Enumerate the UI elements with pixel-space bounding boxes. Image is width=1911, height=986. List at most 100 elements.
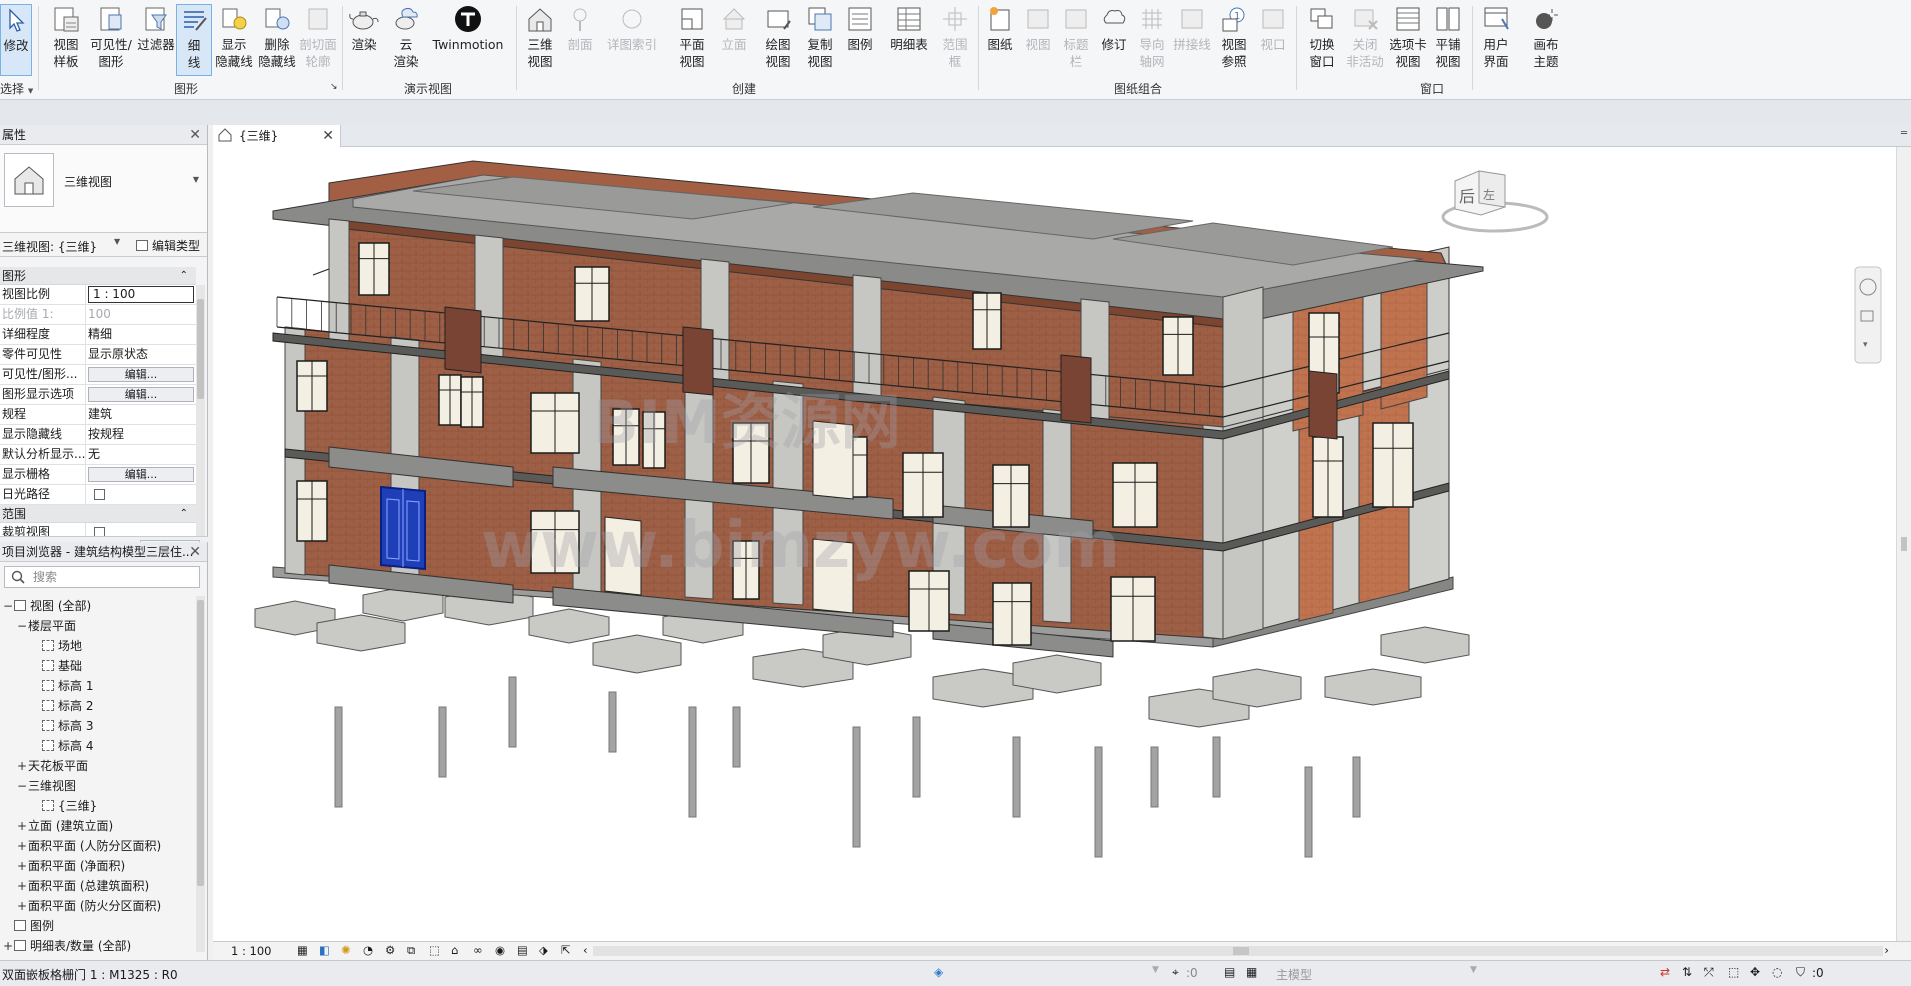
properties-scrollbar[interactable] <box>196 285 205 537</box>
view-scale[interactable]: 1 : 100 <box>231 944 271 958</box>
background-process-icon[interactable]: ◌ <box>1772 965 1782 979</box>
property-value[interactable]: 编辑... <box>86 385 196 404</box>
collapse-icon[interactable]: − <box>16 616 28 636</box>
viewcube-back[interactable]: 后 <box>1459 187 1475 206</box>
cloud-render-button[interactable]: 云 渲染 <box>384 4 428 76</box>
editable-only-icon[interactable]: ⌖ <box>1172 965 1179 980</box>
property-row[interactable]: 日光路径 <box>0 485 196 505</box>
tree-node[interactable]: {三维} <box>0 796 196 816</box>
tree-node[interactable]: +天花板平面 <box>0 756 196 776</box>
edit-button[interactable]: 编辑... <box>88 467 194 482</box>
scope-box-button[interactable]: 范围 框 <box>938 4 972 76</box>
section-extents[interactable]: 范围 ⌃ <box>0 505 196 523</box>
close-inactive-button[interactable]: 关闭 非活动 <box>1344 4 1386 76</box>
twinmotion-button[interactable]: Twinmotion <box>432 4 504 76</box>
search-input[interactable]: 搜索 <box>4 566 200 588</box>
type-selector[interactable]: 三维视图 ▼ <box>0 145 207 233</box>
property-value[interactable]: 编辑... <box>86 465 196 484</box>
scroll-left-icon[interactable]: ‹ <box>583 943 588 957</box>
shadows-icon[interactable]: ◔ <box>363 943 373 957</box>
tree-node[interactable]: 图例 <box>0 916 196 936</box>
select-by-face-icon[interactable]: ⬚ <box>1728 965 1739 979</box>
building-model-render[interactable]: 后 左 ▾ BIM资源网 www.bimzyw.com <box>213 147 1896 941</box>
expand-icon[interactable]: + <box>16 896 28 916</box>
property-row[interactable]: 视图比例 1 : 100 <box>0 285 196 305</box>
tree-node[interactable]: +面积平面 (净面积) <box>0 856 196 876</box>
tree-node[interactable]: −三维视图 <box>0 776 196 796</box>
property-row[interactable]: 默认分析显示... 无 <box>0 445 196 465</box>
property-row[interactable]: 显示栅格 编辑... <box>0 465 196 485</box>
switch-windows-button[interactable]: 切换 窗口 <box>1300 4 1344 76</box>
checkbox[interactable] <box>94 527 105 536</box>
user-interface-button[interactable]: 用户 界面 <box>1476 4 1516 76</box>
worksets-icon[interactable]: ◈ <box>934 965 943 979</box>
render-dialog-icon[interactable]: ⚙ <box>385 943 395 957</box>
edit-button[interactable]: 编辑... <box>88 367 194 382</box>
tab-views-button[interactable]: 选项卡 视图 <box>1386 4 1430 76</box>
tree-node[interactable]: 场地 <box>0 636 196 656</box>
scroll-thumb[interactable] <box>197 600 204 886</box>
design-options-icon[interactable]: ▤ <box>1224 965 1235 979</box>
expand-icon[interactable]: + <box>16 816 28 836</box>
title-block-button[interactable]: 标题 栏 <box>1058 4 1094 76</box>
tree-node[interactable]: −楼层平面 <box>0 616 196 636</box>
lock-3d-icon[interactable]: ⌂ <box>451 943 458 957</box>
matchline-button[interactable]: 拼接线 <box>1172 4 1212 76</box>
graphics-launcher-icon[interactable]: ↘ <box>330 82 338 92</box>
view-reference-button[interactable]: 1 视图 参照 <box>1214 4 1254 76</box>
chevron-down-icon[interactable]: ▼ <box>114 237 120 246</box>
checkbox[interactable] <box>94 489 105 500</box>
viewcube-left[interactable]: 左 <box>1483 187 1495 202</box>
property-value[interactable]: 100 <box>86 305 196 324</box>
scroll-thumb[interactable] <box>197 299 204 399</box>
viewports-button[interactable]: 视口 <box>1256 4 1290 76</box>
visual-style-icon[interactable]: ◧ <box>319 943 330 957</box>
sun-path-icon[interactable]: ✺ <box>341 943 351 957</box>
scale-input[interactable]: 1 : 100 <box>88 286 194 303</box>
tree-node[interactable]: +面积平面 (防火分区面积) <box>0 896 196 916</box>
collapse-icon[interactable]: − <box>16 776 28 796</box>
viewcube[interactable]: 后 左 <box>1441 170 1549 233</box>
property-row[interactable]: 零件可见性 显示原状态 <box>0 345 196 365</box>
tree-node[interactable]: 标高 4 <box>0 736 196 756</box>
modify-button[interactable]: 修改 <box>0 4 32 76</box>
tree-node[interactable]: 标高 2 <box>0 696 196 716</box>
analytical-model-icon[interactable]: ⬗ <box>539 943 548 957</box>
reveal-hidden-icon[interactable]: ◉ <box>495 943 505 957</box>
expand-icon[interactable]: + <box>16 856 28 876</box>
viewport-vertical-scrollbar[interactable] <box>1896 147 1911 941</box>
chevron-down-icon[interactable]: ▼ <box>1152 965 1159 975</box>
section-graphics[interactable]: 图形 ⌃ <box>0 267 196 285</box>
property-value[interactable]: 无 <box>86 445 196 464</box>
property-value[interactable]: 显示原状态 <box>86 345 196 364</box>
scroll-right-icon[interactable]: › <box>1884 943 1889 957</box>
duplicate-view-button[interactable]: 复制 视图 <box>800 4 840 76</box>
browser-scrollbar[interactable] <box>196 596 205 952</box>
expand-icon[interactable]: + <box>16 876 28 896</box>
drafting-view-button[interactable]: 绘图 视图 <box>758 4 798 76</box>
visibility-graphics-button[interactable]: 可见性/ 图形 <box>88 4 134 76</box>
close-icon[interactable]: ✕ <box>189 542 201 562</box>
render-button[interactable]: 渲染 <box>346 4 382 76</box>
3d-viewport[interactable]: 后 左 ▾ BIM资源网 www.bimzyw.com <box>213 147 1896 941</box>
schedules-button[interactable]: 明细表 <box>886 4 932 76</box>
crop-view-icon[interactable]: ⧉ <box>407 943 415 958</box>
property-row[interactable]: 规程 建筑 <box>0 405 196 425</box>
revisions-button[interactable]: 修订 <box>1096 4 1132 76</box>
instance-filter[interactable]: 三维视图: {三维} ▼ 编辑类型 <box>0 233 207 257</box>
horizontal-scrollbar[interactable] <box>593 946 1883 956</box>
view-template-button[interactable]: 视图 样板 <box>46 4 86 76</box>
property-value[interactable]: 按规程 <box>86 425 196 444</box>
property-value[interactable]: 精细 <box>86 325 196 344</box>
tab-overflow-icon[interactable]: ═ <box>1901 128 1907 139</box>
property-row[interactable]: 图形显示选项 编辑... <box>0 385 196 405</box>
elevation-button[interactable]: 立面 <box>716 4 752 76</box>
expand-icon[interactable]: + <box>16 836 28 856</box>
tree-node[interactable]: + 明细表/数量 (全部) <box>0 936 196 956</box>
property-value[interactable]: 1 : 100 <box>86 285 196 304</box>
property-value[interactable]: 建筑 <box>86 405 196 424</box>
active-model[interactable]: 主模型 <box>1276 966 1312 983</box>
property-row[interactable]: 显示隐藏线 按规程 <box>0 425 196 445</box>
select-links-icon[interactable]: ⇄ <box>1660 965 1670 979</box>
select-underlay-icon[interactable]: ⇅ <box>1682 965 1692 979</box>
